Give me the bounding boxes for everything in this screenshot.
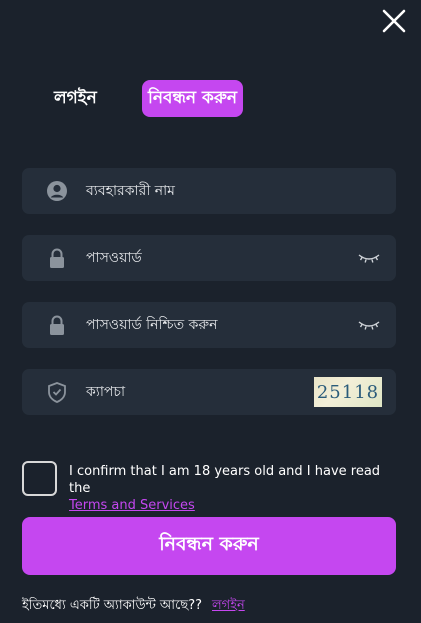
username-field[interactable]: ব্যবহারকারী নাম bbox=[22, 168, 396, 214]
lock-icon bbox=[50, 248, 64, 268]
close-button[interactable] bbox=[381, 8, 407, 34]
login-prompt: ইতিমধ্যে একটি অ্যাকাউন্ট আছে?? লগইন bbox=[22, 596, 245, 617]
terms-link[interactable]: Terms and Services bbox=[69, 498, 195, 513]
terms-statement: I confirm that I am 18 years old and I h… bbox=[69, 464, 381, 496]
shield-check-icon bbox=[48, 382, 66, 403]
eye-closed-icon[interactable] bbox=[358, 251, 380, 265]
tab-login[interactable]: লগইন bbox=[54, 85, 97, 113]
register-button[interactable]: নিবন্ধন করুন bbox=[22, 517, 396, 575]
close-icon bbox=[382, 9, 406, 33]
captcha-field[interactable]: ক্যাপচা 25118 bbox=[22, 369, 396, 415]
password-field[interactable]: পাসওয়ার্ড bbox=[22, 235, 396, 281]
login-prompt-text: ইতিমধ্যে একটি অ্যাকাউন্ট আছে?? bbox=[22, 598, 202, 613]
captcha-image[interactable]: 25118 bbox=[314, 377, 382, 407]
username-placeholder: ব্যবহারকারী নাম bbox=[86, 183, 175, 199]
captcha-placeholder: ক্যাপচা bbox=[86, 384, 126, 400]
lock-icon bbox=[50, 315, 64, 335]
terms-text: I confirm that I am 18 years old and I h… bbox=[69, 463, 399, 514]
password-placeholder: পাসওয়ার্ড bbox=[86, 250, 142, 266]
confirm-password-placeholder: পাসওয়ার্ড নিশ্চিত করুন bbox=[86, 317, 218, 333]
tab-register[interactable]: নিবন্ধন করুন bbox=[142, 80, 244, 117]
user-icon bbox=[47, 181, 67, 201]
auth-tabs: লগইন নিবন্ধন করুন bbox=[0, 80, 421, 118]
eye-closed-icon[interactable] bbox=[358, 318, 380, 332]
terms-checkbox[interactable] bbox=[22, 461, 57, 496]
confirm-password-field[interactable]: পাসওয়ার্ড নিশ্চিত করুন bbox=[22, 302, 396, 348]
login-link[interactable]: লগইন bbox=[212, 598, 245, 613]
